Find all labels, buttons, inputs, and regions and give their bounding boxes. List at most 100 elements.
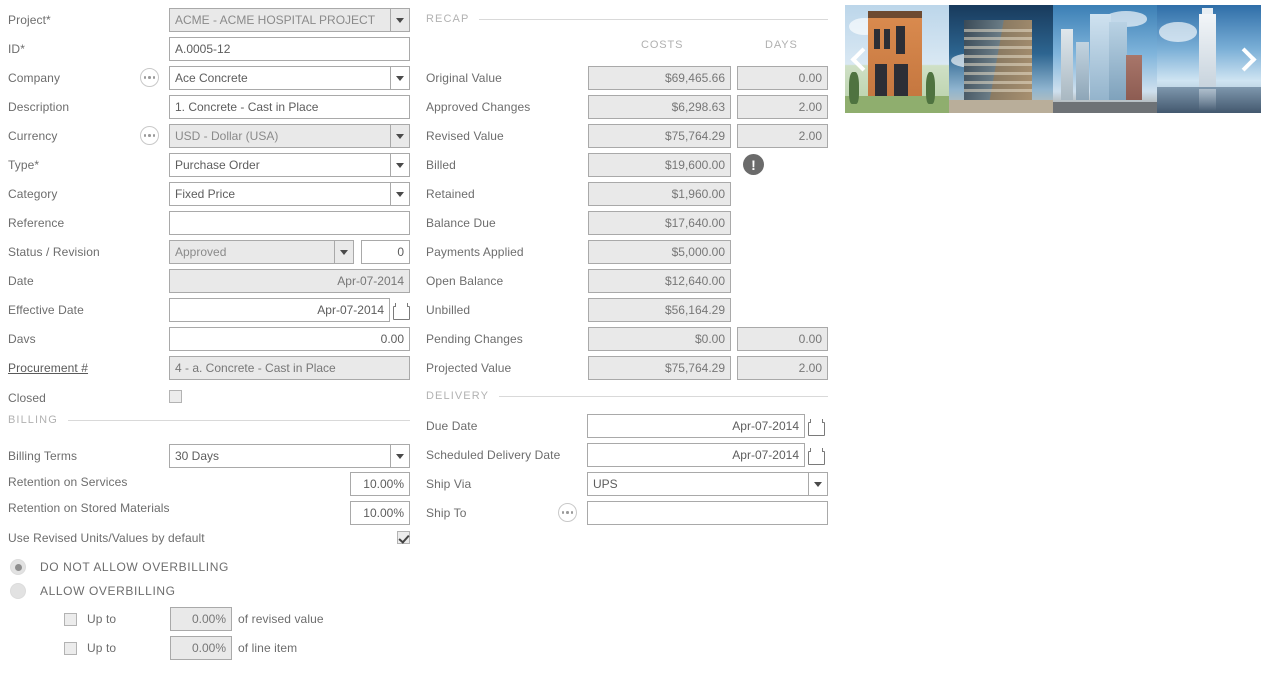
carousel-slide[interactable]: [1053, 5, 1157, 113]
status-select[interactable]: Approved: [169, 240, 354, 264]
recap-cost-value: $19,600.00: [588, 153, 731, 177]
label-date: Date: [8, 274, 168, 288]
ship-to-input[interactable]: [587, 501, 828, 525]
type-select[interactable]: Purchase Order: [169, 153, 410, 177]
field-row-closed: Closed: [8, 386, 168, 410]
label-status-revision: Status / Revision: [8, 245, 168, 259]
calendar-icon[interactable]: [393, 303, 408, 318]
currency-select[interactable]: USD - Dollar (USA): [169, 124, 410, 148]
category-select-control[interactable]: Fixed Price: [169, 182, 410, 206]
id-field-control[interactable]: A.0005-12: [169, 37, 410, 61]
due-date-control[interactable]: Apr-07-2014: [587, 414, 823, 438]
project-select[interactable]: ACME - ACME HOSPITAL PROJECT: [169, 8, 410, 32]
radio-row-do-not-allow-overbilling[interactable]: DO NOT ALLOW OVERBILLING: [10, 555, 229, 579]
description-input[interactable]: 1. Concrete - Cast in Place: [169, 95, 410, 119]
effective-date-input[interactable]: Apr-07-2014: [169, 298, 390, 322]
retention-materials-input[interactable]: 10.00%: [350, 501, 410, 525]
ship-via-select[interactable]: UPS: [587, 472, 828, 496]
description-field-control[interactable]: 1. Concrete - Cast in Place: [169, 95, 410, 119]
do-not-allow-overbilling-radio[interactable]: [10, 559, 26, 575]
billing-terms-control[interactable]: 30 Days: [169, 444, 410, 468]
upto-revised-control[interactable]: 0.00% of revised value: [170, 607, 324, 631]
chevron-down-icon[interactable]: [334, 240, 354, 264]
radio-row-allow-overbilling[interactable]: ALLOW OVERBILLING: [10, 579, 176, 603]
procurement-link[interactable]: Procurement #: [8, 361, 168, 375]
currency-ellipsis-button[interactable]: [140, 126, 159, 145]
ship-via-control[interactable]: UPS: [587, 472, 828, 496]
procurement-field-control: 4 - a. Concrete - Cast in Place: [169, 356, 410, 380]
effective-date-control[interactable]: Apr-07-2014: [169, 298, 408, 322]
use-revised-units-checkbox[interactable]: [397, 531, 410, 544]
chevron-down-icon[interactable]: [390, 66, 410, 90]
field-row-days: Davs: [8, 327, 168, 351]
recap-label: Pending Changes: [426, 332, 586, 346]
chevron-down-icon[interactable]: [808, 472, 828, 496]
project-select-control[interactable]: ACME - ACME HOSPITAL PROJECT: [169, 8, 410, 32]
ship-to-control[interactable]: [587, 501, 828, 525]
recap-cost-value: $12,640.00: [588, 269, 731, 293]
scheduled-delivery-date-input[interactable]: Apr-07-2014: [587, 443, 805, 467]
calendar-icon[interactable]: [808, 419, 823, 434]
id-input[interactable]: A.0005-12: [169, 37, 410, 61]
upto-lineitem-input[interactable]: 0.00%: [170, 636, 232, 660]
closed-checkbox[interactable]: [169, 390, 182, 403]
label-category: Category: [8, 187, 168, 201]
field-row-due-date: Due Date: [426, 414, 586, 438]
revision-field-control[interactable]: 0: [361, 240, 410, 264]
chevron-down-icon[interactable]: [390, 153, 410, 177]
recap-label: Retained: [426, 187, 586, 201]
upto-revised-checkbox[interactable]: [64, 613, 77, 626]
upto-lineitem-checkbox[interactable]: [64, 642, 77, 655]
project-select-value: ACME - ACME HOSPITAL PROJECT: [169, 8, 390, 32]
status-select-control[interactable]: Approved: [169, 240, 354, 264]
recap-col-costs: COSTS: [641, 39, 683, 51]
billed-warning-icon[interactable]: !: [743, 154, 764, 175]
retention-materials-control[interactable]: 10.00%: [350, 501, 410, 525]
reference-input[interactable]: [169, 211, 410, 235]
field-row-effective-date: Effective Date: [8, 298, 168, 322]
reference-field-control[interactable]: [169, 211, 410, 235]
calendar-icon[interactable]: [808, 448, 823, 463]
chevron-down-icon[interactable]: [390, 8, 410, 32]
billing-section-title: BILLING: [8, 414, 58, 426]
carousel-slide[interactable]: [949, 5, 1053, 113]
chevron-right-icon: [1232, 47, 1256, 71]
label-upto-revised-suffix: of revised value: [238, 612, 324, 626]
type-select-control[interactable]: Purchase Order: [169, 153, 410, 177]
label-retention-services: Retention on Services: [8, 475, 308, 489]
category-select[interactable]: Fixed Price: [169, 182, 410, 206]
billing-terms-select[interactable]: 30 Days: [169, 444, 410, 468]
tree-shape: [926, 72, 935, 104]
chevron-down-icon[interactable]: [390, 182, 410, 206]
chevron-down-icon[interactable]: [390, 444, 410, 468]
carousel-next-button[interactable]: [1227, 5, 1261, 113]
recap-days-value: 2.00: [737, 356, 828, 380]
project-image-carousel[interactable]: [845, 5, 1261, 113]
carousel-prev-button[interactable]: [845, 5, 879, 113]
allow-overbilling-radio[interactable]: [10, 583, 26, 599]
contract-detail-page: Project* ACME - ACME HOSPITAL PROJECT ID…: [0, 0, 1261, 674]
ship-to-ellipsis-button[interactable]: [558, 503, 577, 522]
company-select-control[interactable]: Ace Concrete: [169, 66, 410, 90]
company-ellipsis-button[interactable]: [140, 68, 159, 87]
recap-cost-value: $56,164.29: [588, 298, 731, 322]
recap-label: Balance Due: [426, 216, 586, 230]
revision-input[interactable]: 0: [361, 240, 410, 264]
due-date-input[interactable]: Apr-07-2014: [587, 414, 805, 438]
field-row-description: Description: [8, 95, 168, 119]
ship-via-value: UPS: [587, 472, 808, 496]
currency-select-control[interactable]: USD - Dollar (USA): [169, 124, 410, 148]
recap-label: Approved Changes: [426, 100, 586, 114]
scheduled-delivery-date-control[interactable]: Apr-07-2014: [587, 443, 823, 467]
field-row-date: Date: [8, 269, 168, 293]
upto-revised-input[interactable]: 0.00%: [170, 607, 232, 631]
upto-lineitem-control[interactable]: 0.00% of line item: [170, 636, 297, 660]
days-field-control[interactable]: 0.00: [169, 327, 410, 351]
field-row-retention-services: Retention on Services: [8, 470, 308, 494]
company-select[interactable]: Ace Concrete: [169, 66, 410, 90]
chevron-down-icon[interactable]: [390, 124, 410, 148]
retention-services-control[interactable]: 10.00%: [350, 472, 410, 496]
days-input[interactable]: 0.00: [169, 327, 410, 351]
field-row-id: ID*: [8, 37, 168, 61]
retention-services-input[interactable]: 10.00%: [350, 472, 410, 496]
